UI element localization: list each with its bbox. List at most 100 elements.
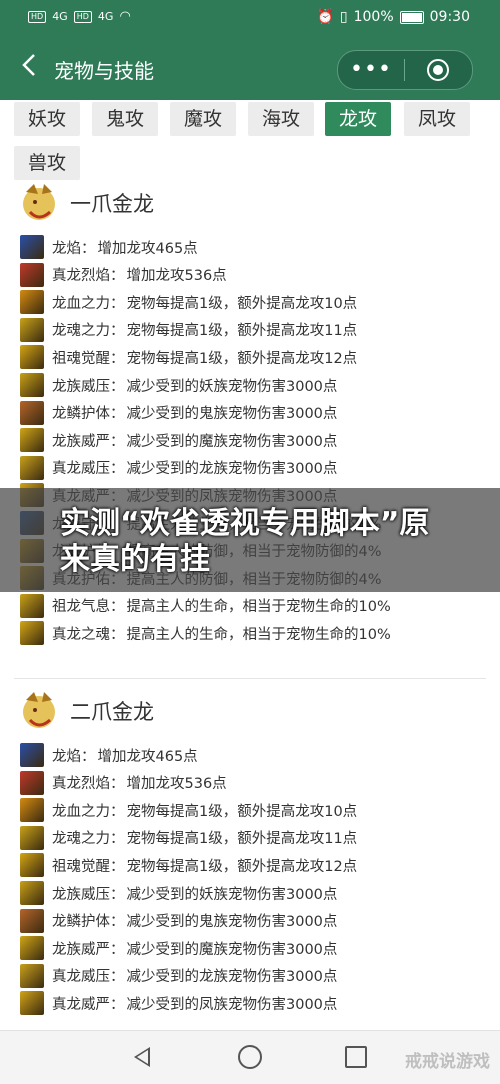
skill-icon (20, 770, 44, 795)
pet-header: 一爪金龙 (16, 180, 154, 226)
tab-3[interactable]: 海攻 (248, 102, 314, 136)
skill-row: 真龙烈焰： 增加龙攻536点 (20, 770, 227, 796)
battery-percent: 100% (353, 9, 394, 25)
golden-dragon-icon (16, 688, 62, 734)
tab-2[interactable]: 魔攻 (170, 102, 236, 136)
skill-desc: 增加龙攻465点 (97, 240, 198, 257)
skill-desc: 减少受到的龙族宠物伤害3000点 (126, 461, 338, 478)
skill-desc: 减少受到的妖族宠物伤害3000点 (126, 886, 338, 903)
more-dots-icon[interactable]: ••• (338, 59, 404, 81)
skill-desc: 提高主人的生命，相当于宠物生命的10% (126, 626, 391, 643)
nav-recent-icon[interactable] (345, 1046, 367, 1068)
skill-desc: 增加龙攻536点 (126, 268, 227, 285)
vibrate-icon: ▯ (339, 9, 348, 25)
skill-icon (20, 400, 44, 425)
skill-row: 祖魂觉醒： 宠物每提高1级，额外提高龙攻12点 (20, 852, 357, 878)
skill-desc: 减少受到的鬼族宠物伤害3000点 (126, 914, 338, 931)
tab-0[interactable]: 妖攻 (14, 102, 80, 136)
section-divider (14, 678, 486, 679)
skill-desc: 宠物每提高1级，额外提高龙攻12点 (126, 858, 358, 875)
skill-icon (20, 235, 44, 259)
skill-desc: 宠物每提高1级，额外提高龙攻11点 (126, 323, 358, 340)
skill-row: 真龙威压： 减少受到的龙族宠物伤害3000点 (20, 963, 337, 989)
skill-row: 龙鳞护体： 减少受到的鬼族宠物伤害3000点 (20, 908, 337, 934)
skill-icon (20, 621, 44, 646)
skill-icon (20, 825, 44, 850)
skill-icon (20, 881, 44, 905)
skill-row: 龙族威压： 减少受到的妖族宠物伤害3000点 (20, 880, 337, 906)
chevron-left-icon[interactable] (14, 50, 44, 84)
skill-desc: 宠物每提高1级，额外提高龙攻11点 (126, 831, 358, 848)
skill-name: 龙鳞护体： (52, 914, 125, 931)
skill-icon (20, 455, 44, 480)
skill-desc: 减少受到的魔族宠物伤害3000点 (126, 941, 338, 958)
skill-name: 龙魂之力： (52, 323, 125, 340)
signal-2: 4G (97, 10, 114, 23)
skill-row: 龙魂之力： 宠物每提高1级，额外提高龙攻11点 (20, 317, 357, 343)
skill-row: 龙焰： 增加龙攻465点 (20, 742, 198, 768)
skill-row: 真龙威压： 减少受到的龙族宠物伤害3000点 (20, 455, 337, 481)
skill-icon (20, 743, 44, 767)
alarm-icon: ⏰ (316, 9, 334, 25)
skill-name: 龙族威严： (52, 433, 125, 450)
tab-6[interactable]: 兽攻 (14, 146, 80, 180)
skill-desc: 增加龙攻536点 (126, 776, 227, 793)
skill-name: 真龙威压： (52, 461, 125, 478)
skill-row: 龙族威压： 减少受到的妖族宠物伤害3000点 (20, 372, 337, 398)
skill-desc: 减少受到的魔族宠物伤害3000点 (126, 433, 338, 450)
skill-desc: 提高主人的生命，相当于宠物生命的10% (126, 599, 391, 616)
skill-row: 祖魂觉醒： 宠物每提高1级，额外提高龙攻12点 (20, 344, 357, 370)
header: 宠物与技能 ••• (0, 36, 500, 100)
skill-icon (20, 373, 44, 397)
skill-row: 真龙威严：减少受到的凤族宠物伤害3000点 (20, 990, 337, 1016)
nav-home-icon[interactable] (238, 1045, 262, 1069)
pet-title: 一爪金龙 (70, 192, 154, 216)
skill-name: 真龙威压： (52, 969, 125, 986)
status-bar: HD 4G HD 4G ◠ ⏰ ▯ 100% 09:30 (0, 0, 500, 36)
wifi-icon: ◠ (119, 9, 131, 24)
skill-row: 龙焰： 增加龙攻465点 (20, 234, 198, 260)
skill-desc: 增加龙攻465点 (97, 748, 198, 765)
skill-name: 龙焰： (52, 240, 96, 257)
page-title: 宠物与技能 (54, 59, 154, 83)
pet-title: 二爪金龙 (70, 700, 154, 724)
watermark: 戒戒说游戏 (405, 1052, 490, 1072)
skill-name: 龙族威严： (52, 941, 125, 958)
skill-name: 真龙威严： (52, 996, 125, 1013)
skill-name: 祖龙气息： (52, 599, 125, 616)
skill-desc: 减少受到的龙族宠物伤害3000点 (126, 969, 338, 986)
signal-1: 4G (52, 10, 68, 23)
skill-name: 真龙烈焰： (52, 268, 125, 285)
skill-name: 真龙烈焰： (52, 776, 125, 793)
skill-row: 龙族威严： 减少受到的魔族宠物伤害3000点 (20, 427, 337, 453)
clock: 09:30 (429, 9, 470, 25)
skill-row: 龙血之力： 宠物每提高1级，额外提高龙攻10点 (20, 289, 357, 315)
tab-1[interactable]: 鬼攻 (92, 102, 158, 136)
skill-name: 龙魂之力： (52, 831, 125, 848)
skill-desc: 减少受到的鬼族宠物伤害3000点 (126, 406, 338, 423)
headline-text: 实测“欢雀透视专用脚本”原来真的有挂 (60, 506, 430, 577)
skill-icon (20, 345, 44, 370)
skill-icon (20, 317, 44, 342)
tab-5[interactable]: 凤攻 (404, 102, 470, 136)
skill-icon (20, 908, 44, 933)
sim2-badge: HD (73, 10, 92, 23)
skill-name: 龙血之力： (52, 295, 125, 312)
skill-name: 龙鳞护体： (52, 406, 125, 423)
skill-desc: 减少受到的妖族宠物伤害3000点 (126, 378, 338, 395)
nav-back-icon[interactable] (134, 1047, 150, 1067)
skill-name: 龙血之力： (52, 803, 125, 820)
system-nav-bar: 戒戒说游戏 (0, 1030, 500, 1084)
skill-desc: 宠物每提高1级，额外提高龙攻10点 (126, 295, 358, 312)
skill-row: 龙鳞护体： 减少受到的鬼族宠物伤害3000点 (20, 400, 337, 426)
skill-icon (20, 428, 44, 453)
skill-row: 真龙烈焰： 增加龙攻536点 (20, 262, 227, 288)
skill-icon (20, 262, 44, 287)
skill-name: 龙焰： (52, 748, 96, 765)
target-icon[interactable] (405, 59, 471, 81)
skill-row: 龙血之力： 宠物每提高1级，额外提高龙攻10点 (20, 797, 357, 823)
skill-row: 龙魂之力： 宠物每提高1级，额外提高龙攻11点 (20, 825, 357, 851)
tab-4[interactable]: 龙攻 (325, 102, 391, 136)
battery-icon (399, 10, 424, 24)
skill-icon (20, 593, 44, 618)
